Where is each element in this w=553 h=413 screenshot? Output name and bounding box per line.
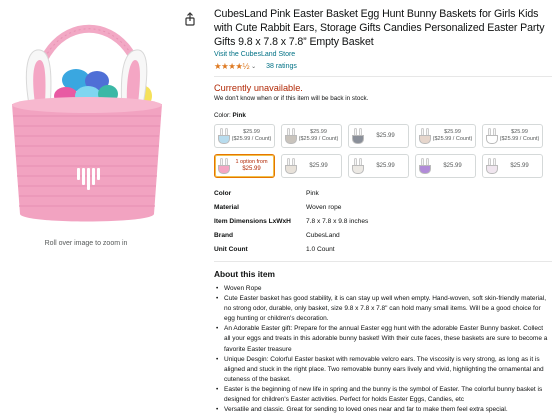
spec-row: Brand CubesLand — [214, 228, 552, 242]
color-label-text: Color: — [214, 112, 231, 119]
swatch-price: $25.99 — [499, 163, 540, 170]
rating-row: ★★★★½ ⌄ 38 ratings — [214, 60, 552, 72]
swatch-price-line1: $25.99 — [444, 129, 461, 135]
divider — [214, 260, 552, 262]
swatch-thumbnail — [418, 158, 432, 174]
spec-value: CubesLand — [306, 231, 340, 239]
color-swatch[interactable]: $25.99 ($25.99 / Count) — [415, 124, 476, 148]
ratings-count-link[interactable]: 38 ratings — [266, 63, 297, 70]
spec-value: Woven rope — [306, 204, 342, 212]
spec-value: 7.8 x 7.8 x 9.8 inches — [306, 217, 369, 225]
swatch-thumbnail — [485, 158, 499, 174]
color-swatch[interactable]: $25.99 — [415, 154, 476, 178]
spec-key: Item Dimensions LxWxH — [214, 217, 291, 225]
swatch-price: $25.99 ($25.99 / Count) — [432, 129, 473, 143]
spec-key: Color — [214, 190, 232, 198]
color-swatch[interactable]: $25.99 — [482, 154, 543, 178]
swatch-price-line1: $25.99 — [243, 129, 260, 135]
product-image[interactable] — [4, 8, 170, 234]
swatch-price: $25.99 ($25.99 / Count) — [298, 129, 339, 143]
spec-key: Unit Count — [214, 245, 248, 253]
zoom-hint: Roll over image to zoom in — [44, 240, 128, 247]
spec-value: Pink — [306, 190, 319, 198]
color-swatch[interactable]: $25.99 ($25.99 / Count) — [482, 124, 543, 148]
share-button[interactable] — [182, 11, 198, 27]
about-bullet: Easter is the beginning of new life in s… — [214, 385, 552, 405]
spec-value: 1.0 Count — [306, 245, 335, 253]
swatch-price-line2: ($25.99 / Count) — [298, 136, 339, 142]
swatch-price-line1: $25.99 — [310, 129, 327, 135]
swatch-price-line2: ($25.99 / Count) — [499, 136, 540, 142]
swatch-thumbnail — [217, 158, 231, 174]
swatch-price: 1 option from $25.99 — [231, 159, 272, 173]
store-link[interactable]: Visit the CubesLand Store — [214, 51, 552, 58]
swatch-price: $25.99 — [365, 163, 406, 170]
swatch-price: $25.99 ($25.99 / Count) — [231, 129, 272, 143]
product-specs-table: Color Pink Material Woven rope Item Dimensio… — [214, 187, 552, 256]
spec-row: Color Pink — [214, 187, 552, 201]
swatch-price-line1: $25.99 — [443, 162, 462, 169]
about-title: About this item — [214, 268, 275, 279]
color-swatch[interactable]: $25.99 ($25.99 / Count) — [214, 124, 275, 148]
swatch-price-line1: $25.99 — [510, 162, 529, 169]
divider — [214, 76, 552, 77]
swatch-price-line2: $25.99 — [242, 166, 261, 172]
about-bullet: Versatile and classic. Great for sending… — [214, 405, 552, 413]
swatch-thumbnail — [284, 158, 298, 174]
swatch-thumbnail — [351, 158, 365, 174]
swatch-thumbnail — [418, 128, 432, 144]
color-swatch[interactable]: $25.99 ($25.99 / Count) — [281, 124, 342, 148]
swatch-thumbnail — [351, 128, 365, 144]
swatch-price-line1: $25.99 — [376, 132, 395, 139]
color-selector-label: Color: Pink — [214, 112, 552, 119]
image-gallery: Roll over image to zoom in — [0, 0, 200, 413]
swatch-price: $25.99 — [298, 163, 339, 170]
swatch-price-line1: $25.99 — [511, 129, 528, 135]
color-swatch[interactable]: $25.99 — [348, 154, 409, 178]
swatch-price-line1: $25.99 — [376, 162, 395, 169]
swatch-price: $25.99 — [365, 133, 406, 140]
about-bullet: Woven Rope — [214, 284, 552, 294]
product-info: CubesLand Pink Easter Basket Egg Hunt Bu… — [214, 0, 552, 413]
swatch-thumbnail — [284, 128, 298, 144]
swatch-thumbnail — [217, 128, 231, 144]
selected-color: Pink — [232, 112, 246, 119]
spec-row: Item Dimensions LxWxH 7.8 x 7.8 x 9.8 inc… — [214, 215, 552, 229]
product-title: CubesLand Pink Easter Basket Egg Hunt Bu… — [214, 8, 545, 48]
spec-key: Brand — [214, 231, 234, 239]
swatch-price-line1: 1 option from — [235, 159, 268, 165]
swatch-price-line2: ($25.99 / Count) — [231, 136, 272, 142]
share-icon — [185, 12, 195, 26]
about-bullet: Unique Desgin: Colorful Easter basket wi… — [214, 355, 552, 385]
spec-row: Material Woven rope — [214, 201, 552, 215]
swatch-price: $25.99 ($25.99 / Count) — [499, 129, 540, 143]
swatch-price-line1: $25.99 — [309, 162, 328, 169]
availability-note: We don't know when or if this item will … — [214, 95, 369, 102]
spec-key: Material — [214, 204, 239, 212]
about-bullet: An Adorable Easter gift: Prepare for the… — [214, 324, 552, 354]
color-swatch-grid: $25.99 ($25.99 / Count) $25.99 ($25.99 / Co… — [214, 124, 552, 178]
availability-status: Currently unavailable. — [214, 83, 303, 93]
color-swatch[interactable]: $25.99 — [281, 154, 342, 178]
about-bullet: Cute Easter basket has good stability, i… — [214, 294, 552, 324]
color-swatch[interactable]: $25.99 — [348, 124, 409, 148]
swatch-price: $25.99 — [432, 163, 473, 170]
color-swatch[interactable]: 1 option from $25.99 — [214, 154, 275, 178]
spec-row: Unit Count 1.0 Count — [214, 242, 552, 256]
chevron-down-icon[interactable]: ⌄ — [251, 63, 256, 70]
about-bullets: Woven RopeCute Easter basket has good st… — [214, 284, 552, 413]
swatch-thumbnail — [485, 128, 499, 144]
swatch-price-line2: ($25.99 / Count) — [432, 136, 473, 142]
star-rating-icon[interactable]: ★★★★½ — [214, 61, 250, 72]
